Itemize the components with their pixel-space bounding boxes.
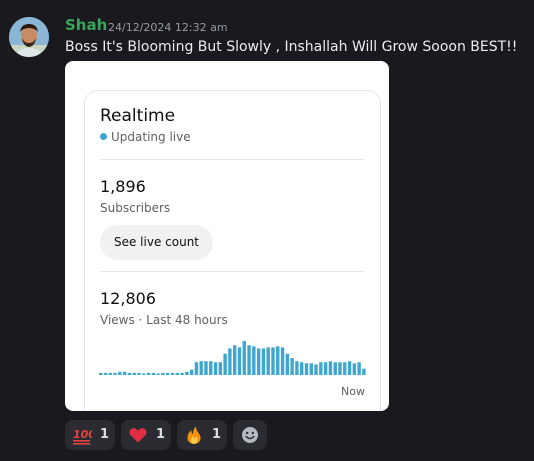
views-bar [233,345,237,375]
views-bar [170,372,175,376]
fire-icon [187,426,201,444]
views-bar [180,372,184,376]
views-bar [237,347,242,376]
views-bar [352,363,357,375]
views-value: 12,806 [100,289,156,308]
add-reaction-smiley-icon [242,427,258,443]
views-bar [223,353,227,375]
views-label: Views · Last 48 hours [100,313,228,327]
reaction-heart[interactable]: 1 [121,420,171,450]
views-bar [261,348,266,375]
views-bar [175,372,179,376]
views-bar [252,346,256,375]
views-bar [113,372,117,376]
subscribers-value: 1,896 [100,177,146,196]
views-bar [228,348,232,375]
svg-text:100: 100 [73,428,92,441]
views-bar [151,372,156,376]
views-bar [108,372,112,376]
views-bar [276,346,280,375]
views-bar [333,362,337,375]
views-bar [343,362,347,375]
reaction-fire[interactable]: 1 [177,420,227,450]
username[interactable]: Shah [65,16,107,34]
live-status-label: Updating live [111,130,191,144]
views-bar [209,361,213,375]
chat-message: Shah 24/12/2024 12:32 am Boss It's Bloom… [0,0,534,461]
views-bar [362,368,366,376]
views-bar [99,372,103,376]
views-bar-chart [99,341,366,376]
views-bar [118,371,122,375]
realtime-title: Realtime [100,106,176,126]
views-bar [189,369,194,375]
realtime-card: Realtime Updating live 1,896 Subscribers… [84,90,381,411]
views-bar [204,361,208,375]
image-attachment[interactable]: Realtime Updating live 1,896 Subscribers… [65,61,389,411]
views-bar [137,372,141,376]
user-avatar[interactable] [9,17,49,57]
views-bar [314,364,318,376]
message-timestamp: 24/12/2024 12:32 am [108,21,228,34]
views-bar [280,347,285,376]
reaction-count: 1 [100,427,110,442]
views-bar [242,341,246,375]
views-bar [166,372,170,376]
views-bar [194,362,199,375]
divider [100,271,365,272]
views-bar [256,348,261,375]
views-bar [271,347,275,376]
views-bar [103,372,108,376]
views-bar [127,372,132,376]
views-bar [285,353,290,375]
views-bar [328,361,333,375]
divider [100,159,365,160]
live-dot-icon [100,133,107,140]
views-bar [122,371,127,375]
user-avatar-icon [9,17,49,57]
views-bar [185,371,189,375]
message-text: Boss It's Blooming But Slowly , Inshalla… [65,39,518,55]
views-bar [247,345,251,375]
views-bar [309,363,313,375]
views-bar [132,372,136,376]
reaction-count: 1 [212,427,222,442]
views-bar [295,361,299,375]
views-bar [156,373,160,375]
views-bar [290,358,294,375]
live-status: Updating live [100,130,191,144]
views-bar [300,362,304,375]
add-reaction-button[interactable] [233,420,267,450]
hundred-points-icon: 100 [73,428,92,445]
chart-now-label: Now [341,385,365,398]
views-bar [338,362,342,375]
views-bar [199,361,203,375]
views-bar [146,372,151,376]
views-bar [347,361,352,375]
views-bar [357,362,361,375]
reaction-count: 1 [156,427,166,442]
subscribers-label: Subscribers [100,201,171,215]
views-bar [323,362,328,375]
views-bar [213,362,218,375]
reaction-hundred[interactable]: 100 1 [65,420,115,450]
views-bar [161,372,165,376]
views-bar [218,362,223,375]
views-bar [142,373,146,375]
views-bar [319,362,323,375]
see-live-count-button[interactable]: See live count [100,225,213,260]
red-heart-icon [129,428,147,443]
views-bar [304,363,309,375]
views-bar [266,347,270,376]
